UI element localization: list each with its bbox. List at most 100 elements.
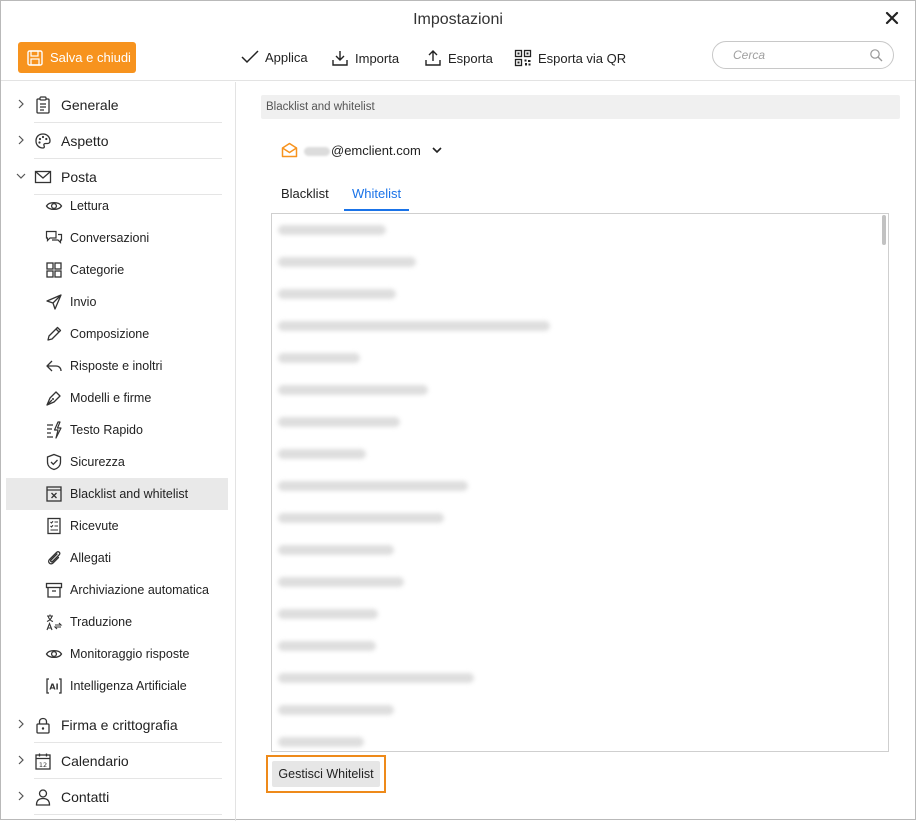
blocked-icon <box>46 486 62 502</box>
section-title: Blacklist and whitelist <box>261 95 900 119</box>
account-email-domain: @emclient.com <box>331 142 421 158</box>
chevron-right-icon <box>18 99 24 109</box>
sidebar-item-ricevute[interactable]: Ricevute <box>6 510 228 542</box>
sidebar-item-label: Intelligenza Artificiale <box>70 679 187 693</box>
reply-icon <box>46 360 62 372</box>
apply-button[interactable]: Applica <box>241 49 308 65</box>
scrollbar-thumb[interactable] <box>882 215 886 245</box>
sidebar-section-label: Contatti <box>61 789 110 805</box>
whitelist-list[interactable] <box>271 213 889 752</box>
sidebar-item-invio[interactable]: Invio <box>6 286 228 318</box>
sidebar-item-label: Composizione <box>70 327 150 341</box>
save-and-close-button[interactable]: Salva e chiudi <box>18 42 136 73</box>
list-item[interactable] <box>278 513 444 523</box>
sidebar-item-conversazioni[interactable]: Conversazioni <box>6 222 228 254</box>
chevron-down-icon <box>16 173 26 179</box>
manage-whitelist-button[interactable]: Gestisci Whitelist <box>272 761 380 787</box>
close-button[interactable] <box>883 9 901 27</box>
search-box[interactable] <box>712 41 894 69</box>
send-icon <box>46 294 62 310</box>
export-button[interactable]: Esporta <box>424 49 493 67</box>
list-item[interactable] <box>278 609 378 619</box>
list-item[interactable] <box>278 385 428 395</box>
translate-icon <box>46 614 63 631</box>
chevron-right-icon <box>18 755 24 765</box>
sidebar-section-label: Firma e crittografia <box>61 717 178 733</box>
mail-account-icon <box>281 142 298 158</box>
sidebar-item-archiviazione[interactable]: Archiviazione automatica <box>6 574 228 606</box>
account-selector[interactable]: @emclient.com <box>281 142 443 158</box>
list-item[interactable] <box>278 225 386 235</box>
list-item[interactable] <box>278 545 394 555</box>
export-icon <box>425 50 441 66</box>
sidebar-item-label: Categorie <box>70 263 125 277</box>
chevron-right-icon <box>18 719 24 729</box>
sidebar-item-lettura[interactable]: Lettura <box>6 190 228 222</box>
sidebar-item-categorie[interactable]: Categorie <box>6 254 228 286</box>
qr-code-icon <box>514 49 532 67</box>
sidebar-item-monitoraggio[interactable]: Monitoraggio risposte <box>6 638 228 670</box>
list-item[interactable] <box>278 673 474 683</box>
sidebar-section-label: Calendario <box>61 753 129 769</box>
list-item[interactable] <box>278 449 366 459</box>
list-item[interactable] <box>278 417 400 427</box>
import-button[interactable]: Importa <box>331 49 399 67</box>
sidebar-section-calendario[interactable]: 12 Calendario <box>1 743 236 779</box>
sidebar-section-label: Posta <box>61 169 97 185</box>
list-item[interactable] <box>278 481 468 491</box>
export-label: Esporta <box>448 50 493 66</box>
tab-blacklist[interactable]: Blacklist <box>273 180 337 211</box>
chevron-right-icon <box>18 791 24 801</box>
floppy-disk-icon <box>27 49 43 66</box>
sidebar-item-label: Monitoraggio risposte <box>70 647 190 661</box>
search-input[interactable] <box>733 48 863 62</box>
list-item[interactable] <box>278 577 404 587</box>
lock-icon <box>36 717 50 734</box>
sidebar-item-label: Lettura <box>70 199 109 213</box>
settings-sidebar: Generale Aspetto Posta Lettura Conversaz… <box>1 82 236 821</box>
list-item[interactable] <box>278 321 550 331</box>
apply-label: Applica <box>265 49 308 65</box>
account-email: @emclient.com <box>304 143 421 158</box>
import-icon <box>332 51 348 66</box>
sidebar-item-testo-rapido[interactable]: Testo Rapido <box>6 414 228 446</box>
sidebar-section-contatti[interactable]: Contatti <box>1 779 236 815</box>
list-item[interactable] <box>278 737 364 747</box>
svg-text:AI: AI <box>49 683 58 692</box>
export-qr-label: Esporta via QR <box>538 50 627 66</box>
sidebar-section-aspetto[interactable]: Aspetto <box>1 123 236 159</box>
checkmark-icon <box>241 50 259 64</box>
calendar-icon: 12 <box>35 753 51 770</box>
export-qr-button[interactable]: Esporta via QR <box>514 49 626 67</box>
ai-icon: AI <box>46 678 62 694</box>
sidebar-item-label: Archiviazione automatica <box>70 583 209 597</box>
sidebar-item-allegati[interactable]: Allegati <box>6 542 228 574</box>
list-item[interactable] <box>278 289 396 299</box>
sidebar-item-label: Conversazioni <box>70 231 150 245</box>
receipt-icon <box>47 517 61 535</box>
tab-whitelist[interactable]: Whitelist <box>344 180 410 211</box>
sidebar-section-generale[interactable]: Generale <box>1 87 236 123</box>
sidebar-item-blacklist-whitelist[interactable]: Blacklist and whitelist <box>6 478 228 510</box>
list-item[interactable] <box>278 705 394 715</box>
pen-nib-icon <box>46 391 61 406</box>
sidebar-item-risposte[interactable]: Risposte e inoltri <box>6 350 228 382</box>
sidebar-item-composizione[interactable]: Composizione <box>6 318 228 350</box>
sidebar-item-intelligenza-artificiale[interactable]: AI Intelligenza Artificiale <box>6 670 228 702</box>
list-item[interactable] <box>278 257 416 267</box>
sidebar-item-modelli[interactable]: Modelli e firme <box>6 382 228 414</box>
sidebar-item-label: Allegati <box>70 551 111 565</box>
search-icon <box>870 49 883 62</box>
manage-whitelist-highlight: Gestisci Whitelist <box>266 755 386 793</box>
chevron-down-icon <box>432 147 442 154</box>
list-item[interactable] <box>278 641 376 651</box>
sidebar-item-traduzione[interactable]: Traduzione <box>6 606 228 638</box>
sidebar-item-label: Sicurezza <box>70 455 125 469</box>
toolbar: Salva e chiudi Applica Importa Esporta E… <box>1 39 915 81</box>
sidebar-section-label: Aspetto <box>61 133 109 149</box>
redacted-username <box>304 146 330 156</box>
list-item[interactable] <box>278 353 360 363</box>
sidebar-item-sicurezza[interactable]: Sicurezza <box>6 446 228 478</box>
sidebar-section-firma[interactable]: Firma e crittografia <box>1 707 236 743</box>
sidebar-item-label: Modelli e firme <box>70 391 152 405</box>
